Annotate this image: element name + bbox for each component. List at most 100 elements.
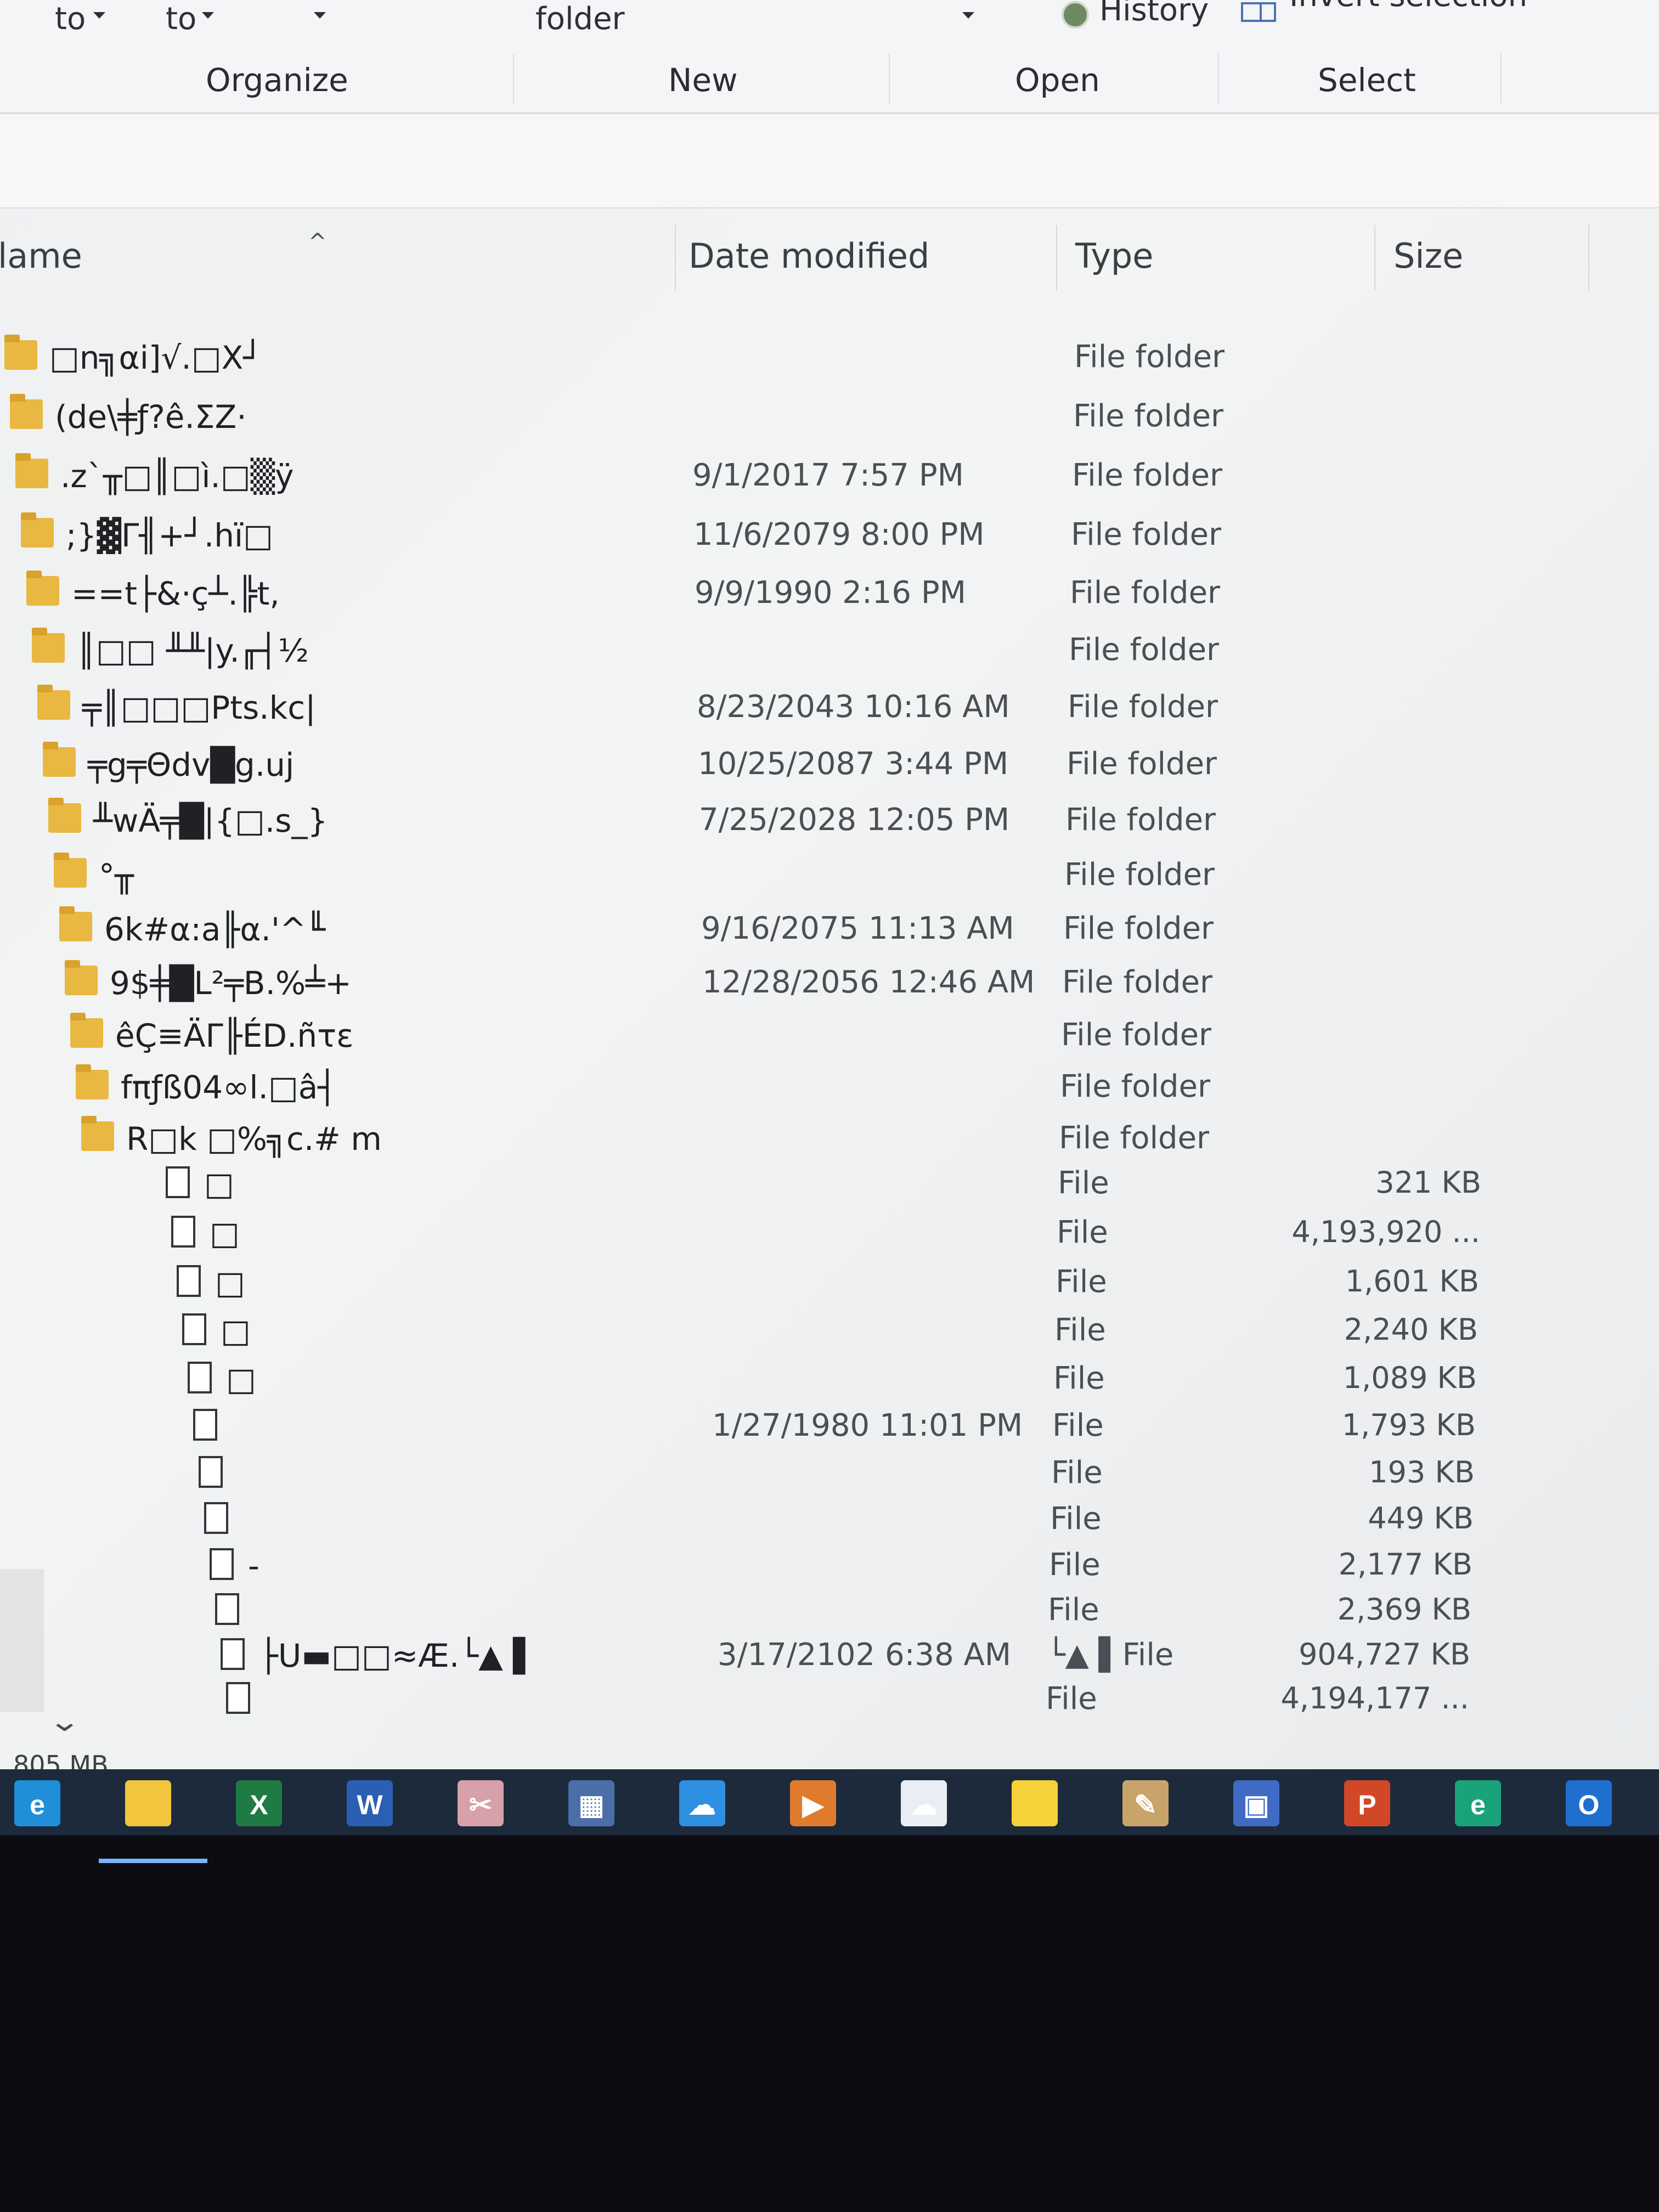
folder-row[interactable]: (de\╪ƒ?ê.ΣZ· File folder bbox=[0, 394, 1580, 439]
file-row[interactable]: □ File 1,089 KB bbox=[0, 1357, 1580, 1401]
excel-icon[interactable]: X bbox=[236, 1780, 282, 1826]
copy-to-dropdown-icon[interactable] bbox=[202, 12, 214, 19]
item-name[interactable]: .z`╥□║□ì.□▒ÿ bbox=[60, 458, 294, 495]
folder-icon bbox=[21, 512, 54, 548]
column-divider[interactable] bbox=[1056, 225, 1057, 291]
item-name[interactable]: ├U▬□□≈Æ.└▲ ▌ bbox=[259, 1637, 538, 1674]
item-name[interactable]: ==t├&·ç┴.╠t, bbox=[71, 575, 280, 612]
column-header-size[interactable]: Size bbox=[1393, 236, 1463, 276]
column-divider[interactable] bbox=[1588, 225, 1589, 291]
properties-dropdown-icon[interactable] bbox=[962, 12, 974, 19]
folder-row[interactable]: êÇ≡ÄΓ╟ÉD.ñτε File folder bbox=[0, 1013, 1580, 1058]
item-name[interactable]: □n╗αi]√.□X┘ bbox=[49, 339, 262, 376]
file-row[interactable]: - File 2,177 KB bbox=[0, 1544, 1580, 1588]
item-name[interactable]: □ bbox=[221, 1312, 251, 1350]
folder-row[interactable]: □n╗αi]√.□X┘ File folder bbox=[0, 335, 1580, 380]
item-name[interactable]: □ bbox=[226, 1361, 256, 1398]
column-header-type[interactable]: Type bbox=[1075, 236, 1153, 276]
column-header-date-modified[interactable]: Date modified bbox=[689, 236, 929, 276]
folder-row[interactable]: ╤║□□□Pts.kc| 8/23/2043 10:16 AM File folde… bbox=[0, 685, 1580, 730]
media-player-icon[interactable]: ▶ bbox=[790, 1780, 836, 1826]
file-row[interactable]: □ File 1,601 KB bbox=[0, 1261, 1580, 1305]
cloud-app-icon[interactable]: ☁ bbox=[901, 1780, 947, 1826]
folder-row[interactable]: ║□□ ╨╨|y.╓┤½ File folder bbox=[0, 628, 1580, 673]
sticky-notes-icon[interactable] bbox=[1012, 1780, 1058, 1826]
address-bar-area[interactable] bbox=[0, 114, 1659, 208]
outlook-icon[interactable]: O bbox=[1566, 1780, 1612, 1826]
folder-row[interactable]: .z`╥□║□ì.□▒ÿ 9/1/2017 7:57 PM File folder bbox=[0, 453, 1580, 498]
invert-selection-button[interactable]: Invert selection bbox=[1289, 0, 1527, 14]
remote-desktop-icon[interactable]: ▣ bbox=[1233, 1780, 1279, 1826]
item-size: 1,793 KB bbox=[1341, 1408, 1476, 1442]
move-to-dropdown-icon[interactable] bbox=[93, 12, 105, 19]
item-name[interactable]: êÇ≡ÄΓ╟ÉD.ñτε bbox=[115, 1017, 353, 1054]
item-name[interactable]: □ bbox=[210, 1215, 240, 1252]
item-name[interactable]: 9$╪█L²╤B.%╧+ bbox=[110, 964, 352, 1002]
file-row[interactable]: □ File 4,193,920 ... bbox=[0, 1211, 1580, 1255]
history-button[interactable]: History bbox=[1099, 0, 1209, 28]
folder-row[interactable]: ;}▓Γ╢+┘.hï□ 11/6/2079 8:00 PM File folder bbox=[0, 512, 1580, 557]
history-icon[interactable] bbox=[1062, 1, 1089, 29]
item-name[interactable]: ╤║□□□Pts.kc| bbox=[82, 689, 316, 726]
item-name[interactable]: fπƒß04∞l.□â┤ bbox=[121, 1069, 337, 1106]
file-row[interactable]: File 193 KB bbox=[0, 1452, 1580, 1496]
item-size: 2,240 KB bbox=[1344, 1312, 1478, 1347]
file-row[interactable]: File 449 KB bbox=[0, 1498, 1580, 1542]
move-to-button[interactable]: to bbox=[55, 1, 86, 37]
folder-row[interactable]: °╥ File folder bbox=[0, 853, 1580, 898]
folder-row[interactable]: R□k □%╗c.# m File folder bbox=[0, 1116, 1580, 1161]
item-type: File bbox=[1051, 1455, 1103, 1491]
item-date-modified: 3/17/2102 6:38 AM bbox=[718, 1637, 1012, 1673]
folder-row[interactable]: ╨wÄ╤█|{□.s_} 7/25/2028 12:05 PM File folde… bbox=[0, 798, 1580, 843]
scrollbar-track[interactable] bbox=[0, 1569, 44, 1712]
item-type: File folder bbox=[1060, 1069, 1211, 1104]
column-header-name[interactable]: lame bbox=[0, 236, 82, 276]
item-name[interactable]: □ bbox=[204, 1165, 234, 1203]
invert-selection-icon[interactable] bbox=[1241, 2, 1276, 22]
column-divider[interactable] bbox=[675, 225, 676, 291]
paint-icon[interactable]: ✎ bbox=[1122, 1780, 1169, 1826]
folder-row[interactable]: fπƒß04∞l.□â┤ File folder bbox=[0, 1064, 1580, 1109]
file-row[interactable]: File 4,194,177 ... bbox=[0, 1678, 1580, 1722]
column-divider[interactable] bbox=[1374, 225, 1375, 291]
item-name[interactable]: ;}▓Γ╢+┘.hï□ bbox=[66, 517, 273, 554]
taskbar-icon-glyph: ☁ bbox=[689, 1790, 716, 1820]
item-name[interactable]: R□k □%╗c.# m bbox=[126, 1120, 382, 1158]
item-name[interactable]: □ bbox=[215, 1264, 245, 1301]
folder-row[interactable]: 9$╪█L²╤B.%╧+ 12/28/2056 12:46 AM File fold… bbox=[0, 960, 1580, 1005]
item-type: File folder bbox=[1070, 575, 1221, 611]
item-name[interactable]: ╤g╤Θdv█g.uj bbox=[88, 746, 294, 783]
delete-dropdown-icon[interactable] bbox=[314, 12, 326, 19]
item-name[interactable]: ╨wÄ╤█|{□.s_} bbox=[93, 802, 328, 839]
onedrive-icon[interactable]: ☁ bbox=[679, 1780, 725, 1826]
folder-row[interactable]: ╤g╤Θdv█g.uj 10/25/2087 3:44 PM File folder bbox=[0, 742, 1580, 787]
file-row[interactable]: File 2,369 KB bbox=[0, 1589, 1580, 1633]
file-row[interactable]: ├U▬□□≈Æ.└▲ ▌ 3/17/2102 6:38 AM └▲ ▌File 904… bbox=[0, 1634, 1580, 1678]
item-type: File folder bbox=[1071, 517, 1222, 552]
scroll-down-icon[interactable]: ⌄ bbox=[48, 1705, 81, 1738]
item-name[interactable]: °╥ bbox=[99, 857, 134, 894]
item-size: 4,193,920 ... bbox=[1291, 1215, 1481, 1249]
item-name[interactable]: 6k#α:a╟α.'^╙ bbox=[104, 911, 325, 948]
folder-row[interactable]: 6k#α:a╟α.'^╙ 9/16/2075 11:13 AM File folde… bbox=[0, 906, 1580, 951]
file-row[interactable]: 1/27/1980 11:01 PM File 1,793 KB bbox=[0, 1404, 1580, 1448]
file-icon bbox=[199, 1456, 223, 1488]
file-icon bbox=[215, 1593, 239, 1625]
snipping-tool-icon[interactable]: ✂ bbox=[458, 1780, 504, 1826]
folder-row[interactable]: ==t├&·ç┴.╠t, 9/9/1990 2:16 PM File folder bbox=[0, 571, 1580, 616]
item-name[interactable]: ║□□ ╨╨|y.╓┤½ bbox=[77, 632, 309, 669]
copy-to-button[interactable]: to bbox=[166, 1, 196, 37]
powerpoint-icon[interactable]: P bbox=[1344, 1780, 1390, 1826]
word-icon[interactable]: W bbox=[347, 1780, 393, 1826]
file-row[interactable]: □ File 321 KB bbox=[0, 1162, 1580, 1206]
item-name[interactable]: - bbox=[248, 1547, 259, 1584]
edge-icon[interactable]: e bbox=[1455, 1780, 1501, 1826]
calculator-icon[interactable]: ▦ bbox=[568, 1780, 614, 1826]
ribbon-divider bbox=[1500, 54, 1502, 103]
item-type: File bbox=[1048, 1592, 1099, 1628]
item-name[interactable]: (de\╪ƒ?ê.ΣZ· bbox=[55, 398, 247, 436]
new-folder-button[interactable]: folder bbox=[535, 1, 625, 37]
internet-explorer-icon[interactable]: e bbox=[14, 1780, 60, 1826]
file-explorer-icon[interactable] bbox=[125, 1780, 171, 1826]
file-row[interactable]: □ File 2,240 KB bbox=[0, 1309, 1580, 1353]
